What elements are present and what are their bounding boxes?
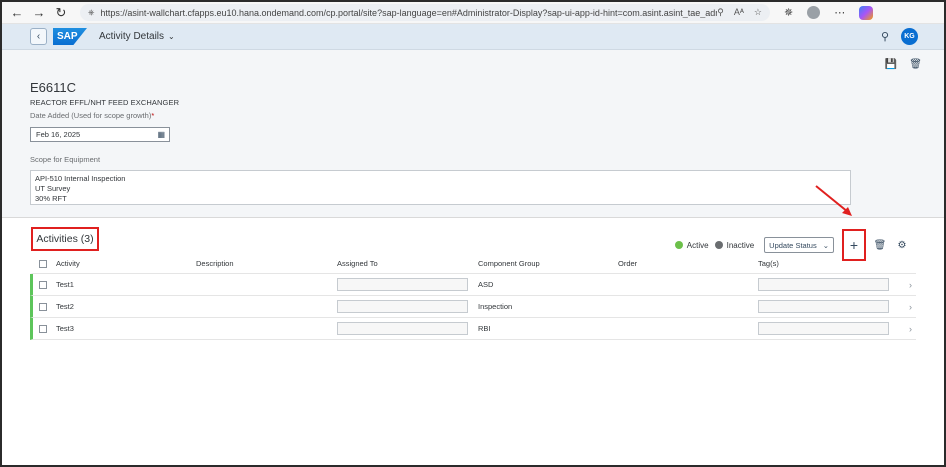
- cell-component-group: ASD: [478, 280, 494, 289]
- url-text: https://asint-wallchart.cfapps.eu10.hana…: [100, 7, 718, 18]
- forward-arrow-icon[interactable]: →: [28, 3, 50, 23]
- favorites-icon[interactable]: ✵: [784, 6, 793, 19]
- save-icon[interactable]: 💾: [885, 59, 897, 70]
- row-checkbox[interactable]: [39, 324, 47, 333]
- cell-tags: [758, 300, 908, 313]
- legend-active: Active: [674, 241, 709, 250]
- scope-label: Scope for Equipment: [30, 155, 101, 164]
- tags-field[interactable]: [758, 300, 889, 313]
- row-checkbox[interactable]: [39, 280, 47, 289]
- activities-table: Activity Description Assigned To Compone…: [30, 254, 916, 340]
- screenshot-frame: ← → ↻ ⎈ https://asint-wallchart.cfapps.e…: [0, 0, 946, 467]
- annotation-arrow: [815, 185, 852, 216]
- sap-shell-bar: ‹ SAP Activity Details ⌄ ⚲ KG: [2, 24, 944, 50]
- chevron-down-icon: ⌄: [168, 32, 175, 41]
- chevron-down-icon: ⌄: [822, 240, 829, 250]
- cell-activity: Test3: [56, 324, 74, 333]
- sap-logo[interactable]: SAP: [53, 28, 87, 45]
- scope-line: API-510 Internal Inspection: [35, 174, 126, 183]
- row-navigation-chevron-icon[interactable]: ›: [909, 324, 912, 334]
- date-added-label: Date Added (Used for scope growth)*: [30, 111, 155, 120]
- cell-tags: [758, 278, 908, 291]
- user-avatar[interactable]: KG: [901, 28, 918, 45]
- assigned-to-field[interactable]: [337, 322, 468, 335]
- activities-title: Activities (3): [31, 227, 99, 251]
- browser-toolbar: ← → ↻ ⎈ https://asint-wallchart.cfapps.e…: [2, 2, 944, 24]
- required-marker: *: [151, 111, 155, 120]
- update-status-button[interactable]: Update Status ⌄: [764, 237, 834, 253]
- row-navigation-chevron-icon[interactable]: ›: [909, 302, 912, 312]
- col-component-group[interactable]: Component Group: [478, 259, 618, 268]
- zoom-icon[interactable]: ⚲: [717, 7, 724, 18]
- tags-field[interactable]: [758, 278, 889, 291]
- delete-activity-icon[interactable]: 🗑: [872, 240, 888, 251]
- row-checkbox[interactable]: [39, 302, 47, 311]
- object-header: 💾 🗑 E6611C REACTOR EFFL/NHT FEED EXCHANG…: [2, 50, 944, 218]
- cell-assigned-to: [337, 322, 478, 335]
- cell-component-group: RBI: [478, 324, 491, 333]
- profile-icon[interactable]: [807, 6, 821, 19]
- scope-textarea[interactable]: API-510 Internal Inspection UT Survey 30…: [30, 170, 851, 205]
- assigned-to-field[interactable]: [337, 300, 468, 313]
- assigned-to-field[interactable]: [337, 278, 468, 291]
- date-added-field[interactable]: Feb 16, 2025 ▦: [30, 127, 170, 142]
- date-value: Feb 16, 2025: [36, 130, 81, 139]
- more-menu-icon[interactable]: ⋯: [834, 6, 845, 19]
- address-bar[interactable]: ⎈ https://asint-wallchart.cfapps.eu10.ha…: [80, 4, 770, 21]
- cell-assigned-to: [337, 300, 478, 313]
- legend-inactive: Inactive: [714, 241, 754, 250]
- col-tags[interactable]: Tag(s): [758, 259, 908, 268]
- cell-activity: Test2: [56, 302, 74, 311]
- app-title: Activity Details: [99, 31, 165, 42]
- favorite-star-icon[interactable]: ☆: [754, 7, 762, 18]
- cell-component-group: Inspection: [478, 302, 513, 311]
- equipment-id: E6611C: [30, 80, 77, 95]
- plus-icon: +: [849, 237, 859, 253]
- inactive-dot-icon: [714, 241, 723, 249]
- col-order[interactable]: Order: [618, 259, 758, 268]
- search-icon[interactable]: ⚲: [881, 30, 889, 43]
- table-row[interactable]: Test2 Inspection ›: [30, 296, 916, 318]
- settings-gear-icon[interactable]: ⚙: [894, 240, 910, 251]
- site-info-icon[interactable]: ⎈: [88, 8, 94, 18]
- row-navigation-chevron-icon[interactable]: ›: [909, 280, 912, 290]
- cell-activity: Test1: [56, 280, 74, 289]
- active-dot-icon: [674, 241, 683, 249]
- back-arrow-icon[interactable]: ←: [6, 3, 28, 23]
- cell-assigned-to: [337, 278, 478, 291]
- cell-tags: [758, 322, 908, 335]
- table-row[interactable]: Test1 ASD ›: [30, 274, 916, 296]
- delete-icon[interactable]: 🗑: [909, 59, 922, 70]
- shell-back-button[interactable]: ‹: [30, 28, 47, 45]
- table-row[interactable]: Test3 RBI ›: [30, 318, 916, 340]
- scope-line: UT Survey: [35, 184, 71, 193]
- select-all-checkbox[interactable]: [39, 259, 47, 268]
- copilot-icon[interactable]: [859, 5, 874, 20]
- table-header: Activity Description Assigned To Compone…: [30, 254, 916, 274]
- scope-line: 30% RFT: [35, 194, 67, 203]
- equipment-description: REACTOR EFFL/NHT FEED EXCHANGER: [30, 98, 180, 107]
- tags-field[interactable]: [758, 322, 889, 335]
- calendar-icon[interactable]: ▦: [157, 130, 165, 139]
- col-assigned-to[interactable]: Assigned To: [337, 259, 478, 268]
- refresh-icon[interactable]: ↻: [50, 3, 72, 23]
- read-aloud-icon[interactable]: Aᴬ: [734, 7, 744, 18]
- col-description[interactable]: Description: [196, 259, 337, 268]
- col-activity[interactable]: Activity: [56, 259, 196, 268]
- app-title-menu[interactable]: Activity Details ⌄: [99, 31, 175, 42]
